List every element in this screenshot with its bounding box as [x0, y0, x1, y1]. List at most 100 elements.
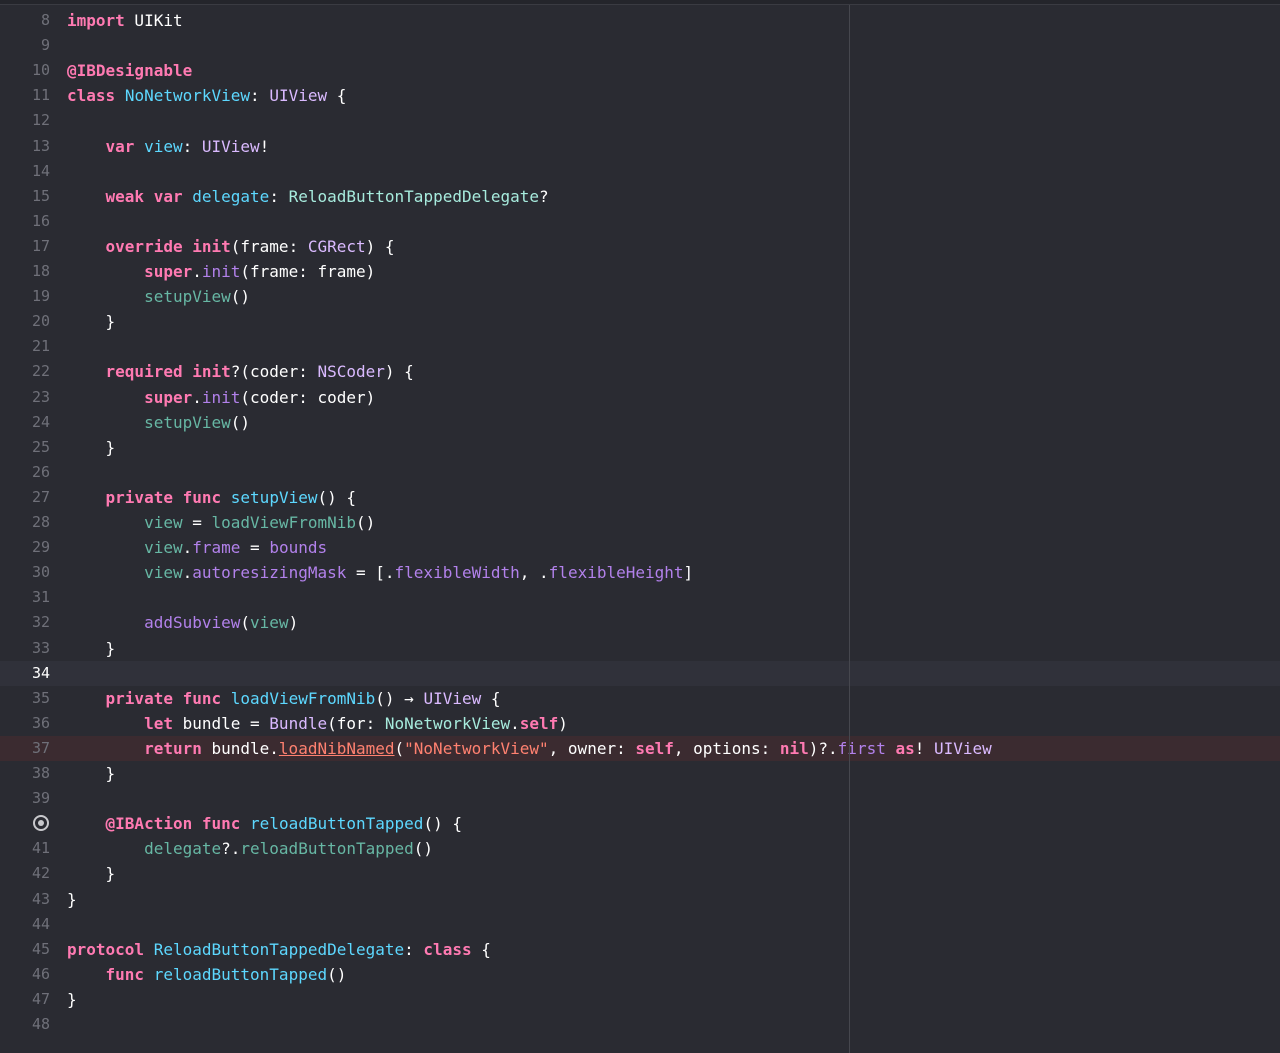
- line-number[interactable]: 46: [0, 962, 50, 987]
- code-text[interactable]: }: [67, 761, 116, 786]
- code-line[interactable]: @IBAction func reloadButtonTapped() {: [0, 811, 1280, 836]
- code-text[interactable]: delegate?.reloadButtonTapped(): [67, 836, 433, 861]
- line-number[interactable]: 24: [0, 410, 50, 435]
- code-line[interactable]: 37 return bundle.loadNibNamed("NoNetwork…: [0, 735, 1280, 761]
- code-text[interactable]: let bundle = Bundle(for: NoNetworkView.s…: [67, 711, 568, 736]
- code-text[interactable]: }: [67, 987, 77, 1012]
- line-number[interactable]: 47: [0, 987, 50, 1012]
- line-number[interactable]: 38: [0, 761, 50, 786]
- line-number[interactable]: 14: [0, 159, 50, 184]
- code-line[interactable]: 34: [0, 660, 1280, 686]
- code-line[interactable]: 28 view = loadViewFromNib(): [0, 510, 1280, 535]
- code-text[interactable]: @IBDesignable: [67, 58, 192, 83]
- code-line[interactable]: 48: [0, 1012, 1280, 1037]
- line-number[interactable]: 20: [0, 309, 50, 334]
- code-text[interactable]: super.init(frame: frame): [67, 259, 375, 284]
- line-number[interactable]: 28: [0, 510, 50, 535]
- code-text[interactable]: setupView(): [67, 410, 250, 435]
- line-number[interactable]: 45: [0, 937, 50, 962]
- code-line[interactable]: 22 required init?(coder: NSCoder) {: [0, 359, 1280, 384]
- line-number[interactable]: 9: [0, 33, 50, 58]
- line-number[interactable]: 16: [0, 209, 50, 234]
- code-text[interactable]: private func setupView() {: [67, 485, 356, 510]
- code-line[interactable]: 39: [0, 786, 1280, 811]
- code-line[interactable]: 42 }: [0, 861, 1280, 886]
- code-text[interactable]: override init(frame: CGRect) {: [67, 234, 395, 259]
- code-line[interactable]: 46 func reloadButtonTapped(): [0, 962, 1280, 987]
- code-line[interactable]: 16: [0, 209, 1280, 234]
- code-text[interactable]: super.init(coder: coder): [67, 385, 375, 410]
- code-line[interactable]: 17 override init(frame: CGRect) {: [0, 234, 1280, 259]
- code-text[interactable]: required init?(coder: NSCoder) {: [67, 359, 414, 384]
- line-number[interactable]: 29: [0, 535, 50, 560]
- line-number[interactable]: 11: [0, 83, 50, 108]
- line-number[interactable]: 23: [0, 385, 50, 410]
- line-number[interactable]: 12: [0, 108, 50, 133]
- line-number[interactable]: 30: [0, 560, 50, 585]
- code-line[interactable]: 8 import UIKit: [0, 8, 1280, 33]
- line-number[interactable]: 21: [0, 334, 50, 359]
- code-line[interactable]: 11 class NoNetworkView: UIView {: [0, 83, 1280, 108]
- code-text[interactable]: }: [67, 435, 116, 460]
- code-line[interactable]: 43}: [0, 887, 1280, 912]
- code-line[interactable]: 25 }: [0, 435, 1280, 460]
- code-line[interactable]: 45 protocol ReloadButtonTappedDelegate: c…: [0, 937, 1280, 962]
- line-number[interactable]: 41: [0, 836, 50, 861]
- line-number[interactable]: 42: [0, 861, 50, 886]
- code-text[interactable]: var view: UIView!: [67, 134, 270, 159]
- line-number[interactable]: 22: [0, 359, 50, 384]
- code-line[interactable]: 15 weak var delegate: ReloadButtonTapped…: [0, 184, 1280, 209]
- line-number[interactable]: 8: [0, 8, 50, 33]
- error-link-token[interactable]: loadNibNamed: [279, 739, 395, 758]
- code-text[interactable]: @IBAction func reloadButtonTapped() {: [67, 811, 462, 836]
- code-text[interactable]: view = loadViewFromNib(): [67, 510, 375, 535]
- line-number[interactable]: 19: [0, 284, 50, 309]
- code-text[interactable]: protocol ReloadButtonTappedDelegate: cla…: [67, 937, 491, 962]
- code-line[interactable]: 10 @IBDesignable: [0, 58, 1280, 83]
- code-line[interactable]: 47}: [0, 987, 1280, 1012]
- line-number[interactable]: 37: [0, 736, 50, 761]
- code-editor[interactable]: 8 import UIKit 9 10 @IBDesignable 11 class NoN…: [0, 0, 1280, 1053]
- line-number[interactable]: 35: [0, 686, 50, 711]
- code-line[interactable]: 13 var view: UIView!: [0, 134, 1280, 159]
- code-text[interactable]: private func loadViewFromNib() → UIView …: [67, 686, 501, 711]
- code-text[interactable]: view.frame = bounds: [67, 535, 327, 560]
- code-line[interactable]: 21: [0, 334, 1280, 359]
- code-text[interactable]: import UIKit: [67, 8, 183, 33]
- line-number[interactable]: 34: [0, 661, 50, 686]
- line-number[interactable]: 13: [0, 134, 50, 159]
- code-line[interactable]: 24 setupView(): [0, 410, 1280, 435]
- code-line[interactable]: 30 view.autoresizingMask = [.flexibleWid…: [0, 560, 1280, 585]
- code-text[interactable]: weak var delegate: ReloadButtonTappedDel…: [67, 184, 549, 209]
- code-text[interactable]: return bundle.loadNibNamed("NoNetworkVie…: [67, 736, 992, 761]
- code-line[interactable]: 41 delegate?.reloadButtonTapped(): [0, 836, 1280, 861]
- code-text[interactable]: }: [67, 309, 116, 334]
- code-line[interactable]: 31: [0, 585, 1280, 610]
- code-text[interactable]: addSubview(view): [67, 610, 298, 635]
- code-line[interactable]: 27 private func setupView() {: [0, 485, 1280, 510]
- code-line[interactable]: 29 view.frame = bounds: [0, 535, 1280, 560]
- code-line[interactable]: 20 }: [0, 309, 1280, 334]
- code-line[interactable]: 32 addSubview(view): [0, 610, 1280, 635]
- code-line[interactable]: 12: [0, 108, 1280, 133]
- line-number[interactable]: 39: [0, 786, 50, 811]
- code-line[interactable]: 33 }: [0, 636, 1280, 661]
- code-line[interactable]: 19 setupView(): [0, 284, 1280, 309]
- code-line[interactable]: 14: [0, 159, 1280, 184]
- line-number[interactable]: 15: [0, 184, 50, 209]
- code-line[interactable]: 26: [0, 460, 1280, 485]
- code-line[interactable]: 38 }: [0, 761, 1280, 786]
- line-number[interactable]: 36: [0, 711, 50, 736]
- line-number[interactable]: 44: [0, 912, 50, 937]
- code-text[interactable]: }: [67, 887, 77, 912]
- line-number[interactable]: 43: [0, 887, 50, 912]
- code-line[interactable]: 18 super.init(frame: frame): [0, 259, 1280, 284]
- line-number[interactable]: 25: [0, 435, 50, 460]
- code-line[interactable]: 36 let bundle = Bundle(for: NoNetworkVie…: [0, 711, 1280, 736]
- code-text[interactable]: func reloadButtonTapped(): [67, 962, 347, 987]
- code-line[interactable]: 23 super.init(coder: coder): [0, 385, 1280, 410]
- code-text[interactable]: }: [67, 861, 116, 886]
- line-number[interactable]: 26: [0, 460, 50, 485]
- line-number[interactable]: 17: [0, 234, 50, 259]
- line-number[interactable]: 10: [0, 58, 50, 83]
